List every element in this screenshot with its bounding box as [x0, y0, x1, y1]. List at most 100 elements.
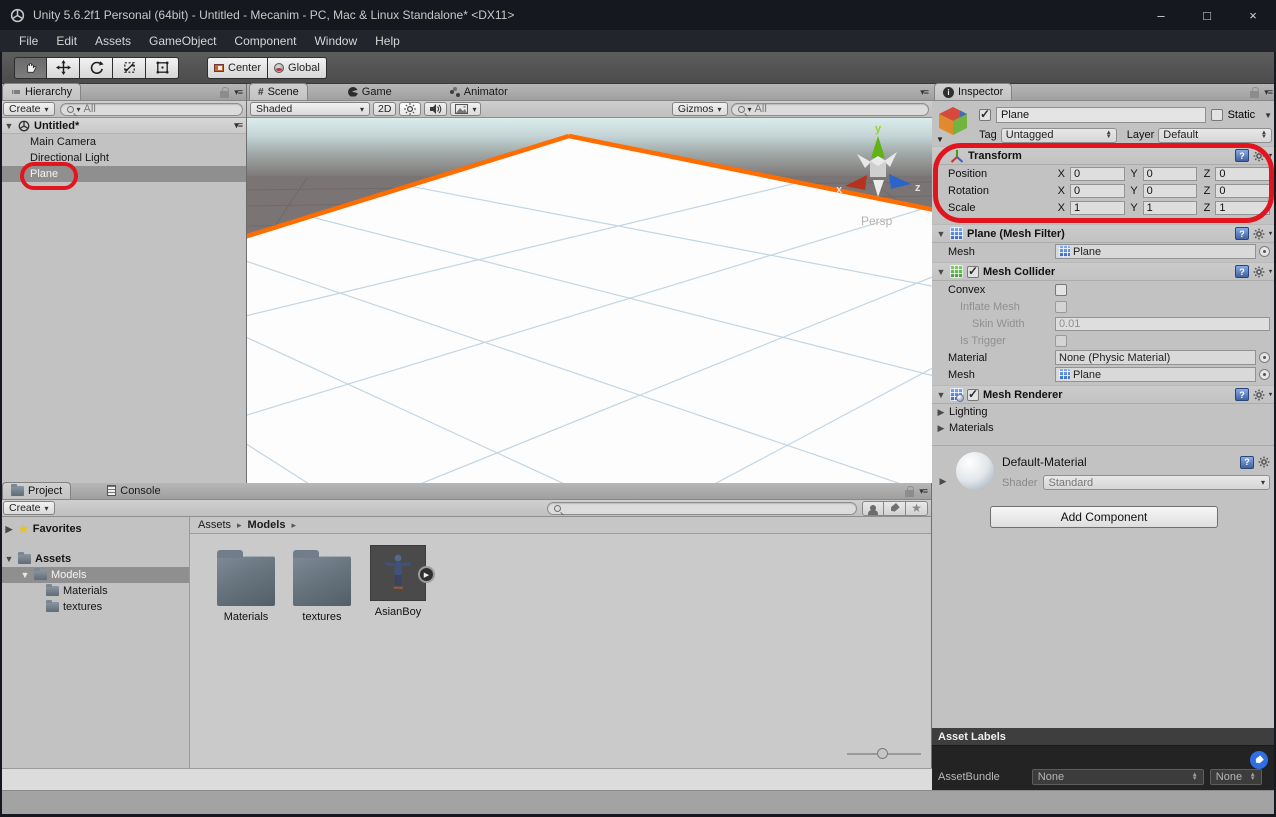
scale-y-field[interactable]: [1143, 201, 1198, 215]
hand-tool-button[interactable]: [14, 57, 47, 79]
tree-models[interactable]: ▼ Models: [0, 567, 189, 583]
2d-toggle-button[interactable]: 2D: [373, 102, 396, 116]
lock-icon[interactable]: [1250, 91, 1259, 98]
hierarchy-create-button[interactable]: Create▾: [3, 102, 55, 116]
rotate-tool-button[interactable]: [80, 57, 113, 79]
tab-game[interactable]: Game: [340, 83, 400, 100]
breadcrumb-models[interactable]: Models: [248, 519, 286, 531]
tab-scene[interactable]: # Scene: [249, 83, 308, 100]
position-z-field[interactable]: [1215, 167, 1270, 181]
pane-menu-icon[interactable]: ▾≡: [1264, 87, 1272, 98]
mesh-renderer-header[interactable]: ▼ Mesh Renderer ▾: [932, 385, 1276, 404]
menu-file[interactable]: File: [10, 30, 47, 52]
hierarchy-item-directional-light[interactable]: Directional Light: [0, 150, 246, 166]
assetbundle-dropdown[interactable]: None▲▼: [1032, 769, 1204, 785]
lighting-foldout[interactable]: ▶ Lighting: [932, 404, 1276, 420]
active-checkbox[interactable]: [979, 109, 991, 121]
foldout-icon[interactable]: ▼: [4, 121, 14, 131]
rotation-x-field[interactable]: [1070, 184, 1125, 198]
hierarchy-search-input[interactable]: ▾ All: [60, 103, 243, 116]
pane-menu-icon[interactable]: ▾≡: [234, 87, 242, 98]
foldout-icon[interactable]: ▼: [936, 151, 946, 161]
position-y-field[interactable]: [1143, 167, 1198, 181]
tree-favorites[interactable]: ▶ ★ Favorites: [0, 521, 189, 537]
maximize-button[interactable]: □: [1184, 0, 1230, 30]
space-mode-button[interactable]: Global: [268, 57, 327, 79]
add-component-button[interactable]: Add Component: [990, 506, 1218, 528]
rotation-z-field[interactable]: [1215, 184, 1270, 198]
physic-material-field[interactable]: None (Physic Material): [1055, 350, 1256, 365]
minimize-button[interactable]: –: [1138, 0, 1184, 30]
renderer-enabled-checkbox[interactable]: [967, 389, 979, 401]
assetbundle-variant-dropdown[interactable]: None▲▼: [1210, 769, 1262, 785]
help-icon[interactable]: [1240, 456, 1254, 469]
menu-component[interactable]: Component: [225, 30, 305, 52]
foldout-icon[interactable]: ▼: [936, 229, 946, 239]
scale-tool-button[interactable]: [113, 57, 146, 79]
breadcrumb-assets[interactable]: Assets: [198, 519, 231, 531]
slider-knob[interactable]: [877, 748, 888, 759]
transform-header[interactable]: ▼ Transform ▾: [932, 146, 1276, 165]
search-by-type-button[interactable]: [862, 501, 884, 516]
hierarchy-item-plane[interactable]: Plane: [0, 166, 246, 182]
tree-materials[interactable]: Materials: [0, 583, 189, 599]
lock-icon[interactable]: [220, 91, 229, 98]
close-button[interactable]: ×: [1230, 0, 1276, 30]
lighting-toggle-button[interactable]: [399, 102, 421, 116]
tree-assets[interactable]: ▼ Assets: [0, 551, 189, 567]
layer-dropdown[interactable]: Default▲▼: [1158, 128, 1272, 143]
menu-help[interactable]: Help: [366, 30, 409, 52]
rotation-y-field[interactable]: [1143, 184, 1198, 198]
menu-assets[interactable]: Assets: [86, 30, 140, 52]
help-icon[interactable]: [1235, 388, 1249, 401]
static-checkbox[interactable]: [1211, 109, 1223, 121]
asset-label-button[interactable]: [1250, 751, 1268, 769]
mesh-filter-header[interactable]: ▼ Plane (Mesh Filter) ▾: [932, 224, 1276, 243]
pivot-mode-button[interactable]: Center: [207, 57, 268, 79]
menu-gameobject[interactable]: GameObject: [140, 30, 225, 52]
menu-edit[interactable]: Edit: [47, 30, 86, 52]
collider-mesh-field[interactable]: Plane: [1055, 367, 1256, 382]
foldout-icon[interactable]: ▶: [4, 524, 14, 535]
tab-hierarchy[interactable]: ≔ Hierarchy: [2, 83, 81, 100]
preview-dropdown-icon[interactable]: ▼: [936, 135, 944, 144]
audio-toggle-button[interactable]: [424, 102, 447, 116]
project-search-input[interactable]: [547, 502, 857, 515]
materials-foldout[interactable]: ▶ Materials: [932, 420, 1276, 436]
shader-dropdown[interactable]: Standard▾: [1043, 475, 1270, 490]
gear-icon[interactable]: ▾: [1253, 150, 1272, 162]
scale-z-field[interactable]: [1215, 201, 1270, 215]
gear-icon[interactable]: ▾: [1253, 389, 1272, 401]
gear-icon[interactable]: ▾: [1253, 228, 1272, 240]
position-x-field[interactable]: [1070, 167, 1125, 181]
gameobject-name-field[interactable]: [996, 107, 1206, 123]
favorites-filter-button[interactable]: ★: [906, 501, 928, 516]
scene-viewport[interactable]: y x z Persp: [247, 118, 932, 483]
draw-mode-dropdown[interactable]: Shaded▾: [250, 102, 370, 116]
gear-icon[interactable]: [1258, 456, 1270, 468]
help-icon[interactable]: [1235, 227, 1249, 240]
thumbnail-zoom-slider[interactable]: [847, 748, 921, 760]
collider-enabled-checkbox[interactable]: [967, 266, 979, 278]
static-dropdown-icon[interactable]: ▼: [1264, 111, 1272, 120]
help-icon[interactable]: [1235, 149, 1249, 162]
tab-animator[interactable]: Animator: [442, 83, 516, 100]
menu-window[interactable]: Window: [305, 30, 366, 52]
object-picker-icon[interactable]: [1259, 352, 1270, 363]
scale-x-field[interactable]: [1070, 201, 1125, 215]
foldout-icon[interactable]: ▶: [936, 423, 946, 434]
gear-icon[interactable]: ▾: [1253, 266, 1272, 278]
asset-item-asianboy[interactable]: ▶ AsianBoy: [356, 545, 440, 618]
asset-item-materials[interactable]: Materials: [204, 548, 288, 623]
tab-project[interactable]: Project: [2, 482, 71, 499]
foldout-icon[interactable]: ▼: [936, 267, 946, 277]
scene-root-row[interactable]: ▼ Untitled* ▾≡: [0, 118, 246, 134]
hierarchy-item-main-camera[interactable]: Main Camera: [0, 134, 246, 150]
foldout-icon[interactable]: ▼: [936, 390, 946, 400]
foldout-icon[interactable]: ▼: [4, 554, 14, 564]
scene-menu-icon[interactable]: ▾≡: [234, 120, 242, 131]
move-tool-button[interactable]: [47, 57, 80, 79]
mesh-object-field[interactable]: Plane: [1055, 244, 1256, 259]
mesh-collider-header[interactable]: ▼ Mesh Collider ▾: [932, 262, 1276, 281]
project-create-button[interactable]: Create▾: [3, 501, 55, 515]
